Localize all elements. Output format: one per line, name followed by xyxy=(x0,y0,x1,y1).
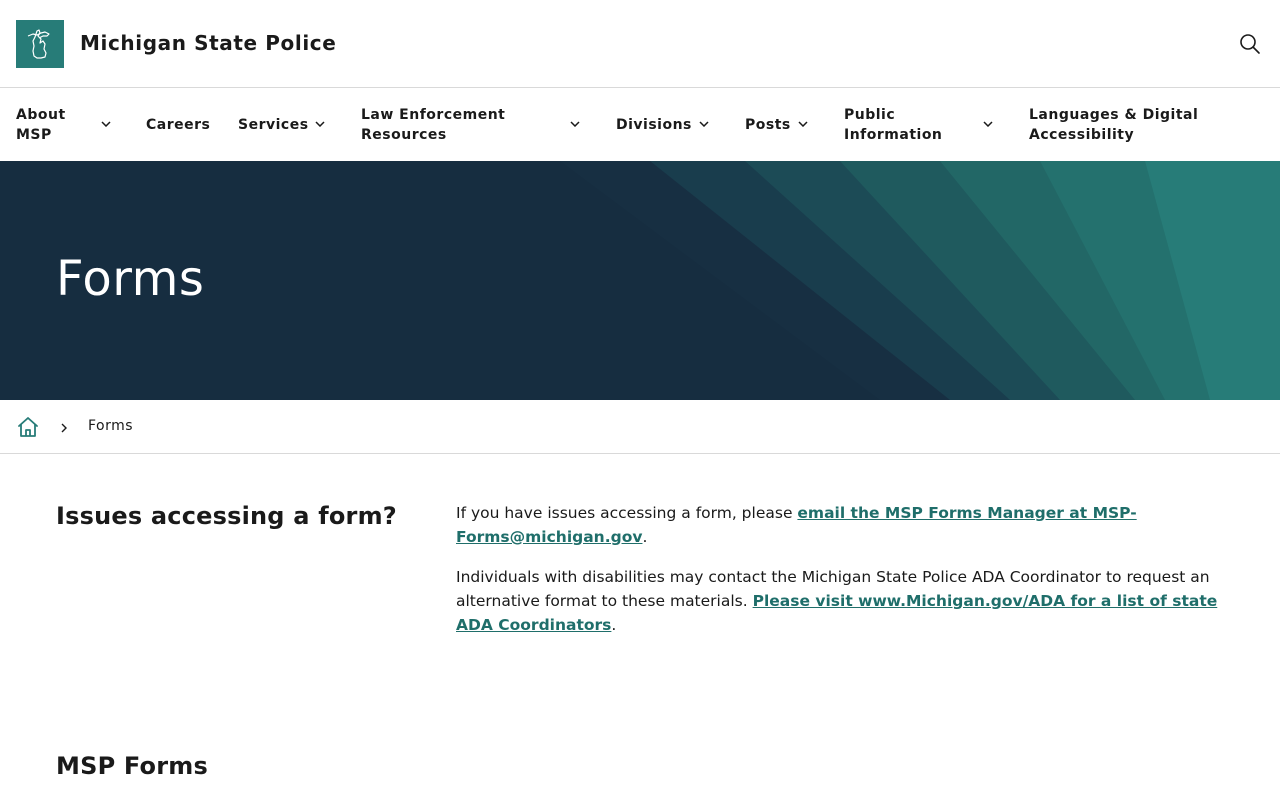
nav-item-posts[interactable]: Posts xyxy=(745,89,815,161)
main-nav: About MSP Careers Services Law Enforceme… xyxy=(0,89,1280,161)
msp-forms-heading: MSP Forms xyxy=(56,752,208,780)
nav-item-careers[interactable]: Careers xyxy=(146,89,210,161)
chevron-down-icon xyxy=(100,118,112,130)
chevron-right-icon xyxy=(58,420,70,434)
nav-item-divisions[interactable]: Divisions xyxy=(616,89,716,161)
breadcrumb-home-link[interactable] xyxy=(16,415,40,439)
chevron-down-icon xyxy=(569,118,581,130)
nav-item-label: Services xyxy=(238,117,309,133)
page-title: Forms xyxy=(56,251,205,307)
michigan-map-icon xyxy=(27,29,50,59)
chevron-down-icon xyxy=(314,118,326,130)
chevron-down-icon xyxy=(797,118,809,130)
michigan-logo[interactable] xyxy=(16,20,64,68)
nav-item-public-information[interactable]: Public Information xyxy=(844,89,1000,161)
nav-item-label: Languages & Digital Accessibility xyxy=(1029,107,1199,143)
ada-paragraph: Individuals with disabilities may contac… xyxy=(456,565,1226,637)
nav-item-label: Law Enforcement Resources xyxy=(361,107,506,143)
chevron-down-icon xyxy=(698,118,710,130)
nav-item-services[interactable]: Services xyxy=(238,89,330,161)
nav-item-label: About MSP xyxy=(16,107,66,143)
site-header: Michigan State Police xyxy=(0,0,1280,88)
nav-item-label: Divisions xyxy=(616,117,692,133)
breadcrumb: Forms xyxy=(0,400,1280,454)
chevron-down-icon xyxy=(982,118,994,130)
nav-item-label: Posts xyxy=(745,117,791,133)
paragraph-end: . xyxy=(642,528,648,546)
site-name[interactable]: Michigan State Police xyxy=(80,31,336,55)
nav-item-label: Careers xyxy=(146,117,211,133)
nav-item-about-msp[interactable]: About MSP xyxy=(16,89,116,161)
nav-item-label: Public Information xyxy=(844,107,943,143)
issues-heading: Issues accessing a form? xyxy=(56,502,397,530)
hero-banner: Forms xyxy=(0,161,1280,400)
nav-item-languages-digital-accessibility[interactable]: Languages & Digital Accessibility xyxy=(1029,89,1229,161)
search-icon xyxy=(1240,34,1260,54)
home-icon xyxy=(18,417,38,437)
nav-item-law-enforcement-resources[interactable]: Law Enforcement Resources xyxy=(361,89,587,161)
paragraph-text: If you have issues accessing a form, ple… xyxy=(456,504,798,522)
forms-issue-paragraph: If you have issues accessing a form, ple… xyxy=(456,501,1226,549)
search-button[interactable] xyxy=(1238,32,1262,56)
breadcrumb-current: Forms xyxy=(88,418,134,434)
paragraph-end: . xyxy=(611,616,617,634)
